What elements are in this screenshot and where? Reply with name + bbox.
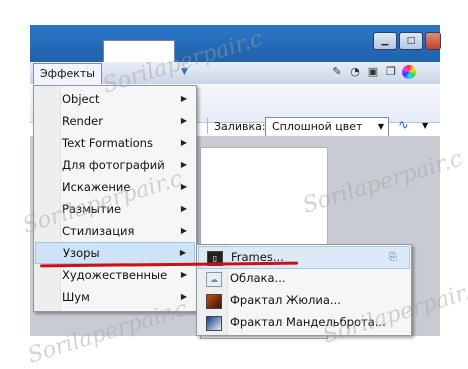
submenu-item-mandelbrot-fractal[interactable]: Фрактал Мандельброта... [198, 312, 410, 333]
menu-item-artistic[interactable]: Художественные ▶ [35, 265, 195, 285]
menu-item-stylize[interactable]: Стилизация ▶ [35, 221, 195, 241]
menu-item-object[interactable]: Object ▶ [35, 89, 195, 109]
menu-item-label: Искажение [62, 180, 131, 194]
close-button[interactable] [425, 32, 441, 50]
minimize-button[interactable]: ▁ [373, 32, 397, 50]
layers-icon[interactable]: ▣ [366, 65, 380, 79]
menu-item-text-formations[interactable]: Text Formations ▶ [35, 133, 195, 153]
menu-item-photo[interactable]: Для фотографий ▶ [35, 155, 195, 175]
menu-item-noise[interactable]: Шум ▶ [35, 287, 195, 307]
curve-icon[interactable]: ∿ [398, 118, 409, 133]
colors-icon[interactable] [402, 65, 416, 79]
fill-mode-select[interactable]: Сплошной цвет ▼ [265, 117, 389, 137]
menu-item-label: Стилизация [62, 224, 135, 238]
submenu-arrow-icon: ▶ [179, 248, 186, 257]
effects-menu-button[interactable]: Эффекты [33, 63, 102, 85]
submenu-item-clouds[interactable]: ☁ Облака... [198, 268, 410, 289]
fill-mode-value: Сплошной цвет [272, 120, 363, 133]
menu-item-label: Шум [62, 290, 90, 304]
clouds-icon: ☁ [206, 272, 222, 287]
submenu-item-label: Облака... [230, 271, 286, 285]
submenu-arrow-icon: ▶ [180, 94, 187, 103]
submenu-arrow-icon: ▶ [180, 292, 187, 301]
effects-menu: Object ▶ Render ▶ Text Formations ▶ Для … [33, 85, 197, 312]
mandelbrot-fractal-icon [206, 316, 222, 331]
menu-item-label: Узоры [63, 246, 100, 260]
menu-item-distort[interactable]: Искажение ▶ [35, 177, 195, 197]
plugin-icon: ⎘ [389, 252, 397, 263]
fill-label: Заливка: [214, 120, 266, 133]
chevron-down-icon[interactable]: ▼ [422, 121, 428, 130]
menu-item-blur[interactable]: Размытие ▶ [35, 199, 195, 219]
submenu-arrow-icon: ▶ [180, 204, 187, 213]
history-icon[interactable]: ◔ [348, 65, 362, 79]
chevron-down-icon: ▼ [377, 122, 384, 131]
julia-fractal-icon [206, 294, 222, 309]
menu-item-label: Render [62, 114, 103, 128]
options-divider [207, 118, 208, 134]
submenu-arrow-icon: ▶ [180, 226, 187, 235]
submenu-item-label: Фрактал Жюлиа... [230, 293, 341, 307]
menu-item-label: Text Formations [62, 136, 153, 150]
toolbar-icon-group: ✎ ◔ ▣ ❐ [330, 65, 416, 79]
submenu-arrow-icon: ▶ [180, 182, 187, 191]
menu-item-label: Object [62, 92, 100, 106]
menu-item-label: Художественные [62, 268, 168, 282]
submenu-arrow-icon: ▶ [180, 160, 187, 169]
menu-item-render[interactable]: Render ▶ [35, 111, 195, 131]
tools-icon[interactable]: ✎ [330, 65, 344, 79]
submenu-arrow-icon: ▶ [180, 116, 187, 125]
tools-window-icon[interactable]: ❐ [384, 65, 398, 79]
window-controls: ▁ □ [373, 32, 441, 50]
submenu-arrow-icon: ▶ [180, 138, 187, 147]
menu-item-label: Для фотографий [62, 158, 165, 172]
menu-item-patterns[interactable]: Узоры ▶ [35, 242, 195, 264]
tabs-dropdown-icon[interactable]: ▼ [181, 67, 188, 77]
submenu-item-label: Фрактал Мандельброта... [230, 315, 386, 329]
maximize-button[interactable]: □ [399, 32, 423, 50]
menu-item-label: Размытие [62, 202, 122, 216]
submenu-item-frames[interactable]: ▯ Frames... ⎘ [198, 246, 410, 269]
submenu-item-julia-fractal[interactable]: Фрактал Жюлиа... [198, 290, 410, 311]
patterns-submenu: ▯ Frames... ⎘ ☁ Облака... Фрактал Жюлиа.… [196, 244, 412, 336]
submenu-arrow-icon: ▶ [180, 270, 187, 279]
